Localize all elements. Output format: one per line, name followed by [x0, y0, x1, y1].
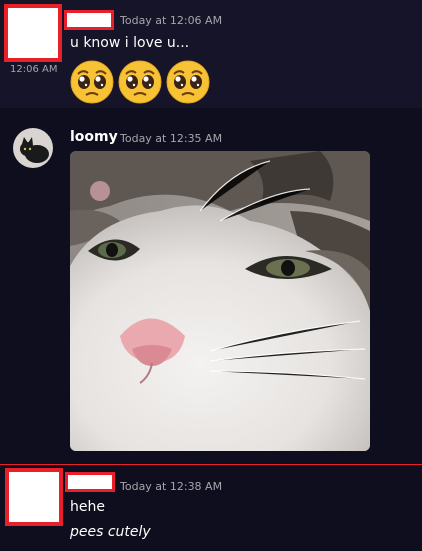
message-group-1: Today at 12:06 AM u know i love u... 12:…	[0, 0, 422, 108]
message-group-2: loomy Today at 12:35 AM	[0, 108, 422, 464]
cat-photo-attachment[interactable]	[70, 151, 370, 451]
message-timestamp: Today at 12:35 AM	[120, 132, 223, 145]
pleading-face-emoji	[118, 60, 162, 104]
pleading-face-emoji	[70, 60, 114, 104]
side-timestamp: 12:06 AM	[10, 64, 58, 75]
redacted-avatar[interactable]	[5, 468, 63, 526]
message-group-3: Today at 12:38 AM hehe pees cutely	[0, 465, 422, 551]
redacted-avatar[interactable]	[4, 4, 62, 62]
message-timestamp: Today at 12:06 AM	[120, 14, 223, 27]
message-text: u know i love u...	[70, 35, 190, 51]
message-timestamp: Today at 12:38 AM	[120, 480, 223, 493]
message-text: hehe	[70, 499, 105, 515]
pleading-face-emoji	[166, 60, 210, 104]
user-avatar[interactable]	[13, 128, 53, 168]
message-text-italic: pees cutely	[70, 524, 151, 540]
username[interactable]: loomy	[70, 129, 118, 145]
redacted-username[interactable]	[65, 472, 115, 492]
redacted-username[interactable]	[64, 10, 114, 30]
